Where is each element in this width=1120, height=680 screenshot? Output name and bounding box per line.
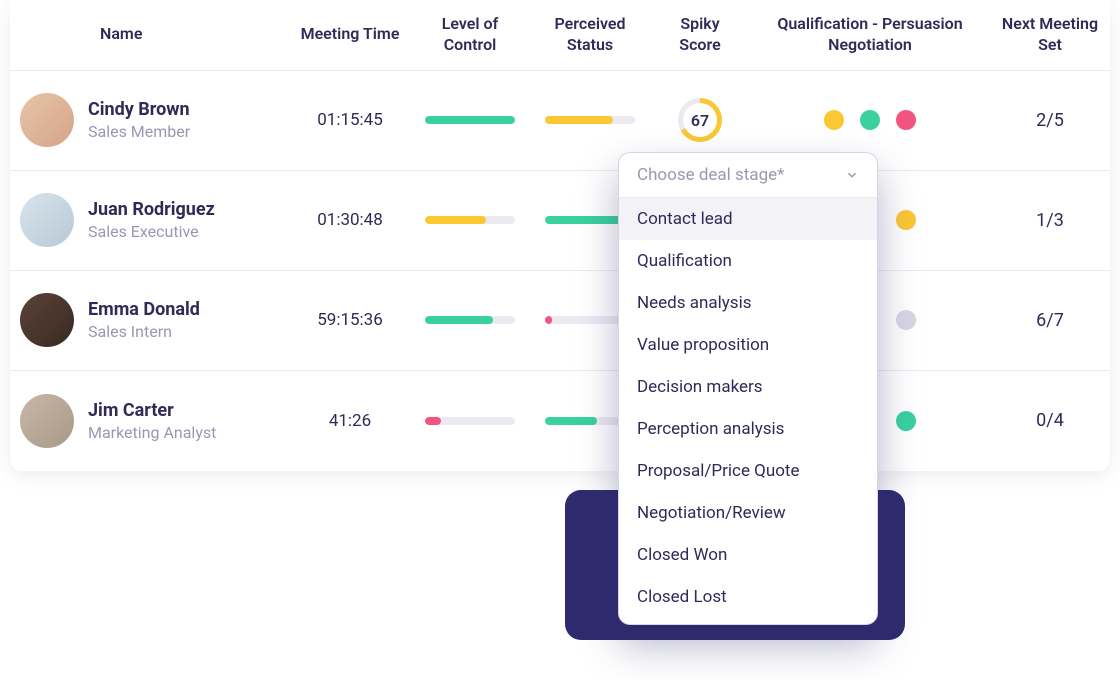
dropdown-option[interactable]: Closed Lost: [619, 576, 877, 618]
table-row[interactable]: Juan Rodriguez Sales Executive 01:30:48 1/3: [10, 171, 1110, 271]
person-name[interactable]: Juan Rodriguez: [88, 199, 215, 220]
person-name[interactable]: Emma Donald: [88, 299, 200, 320]
person-name[interactable]: Cindy Brown: [88, 99, 190, 120]
dropdown-option[interactable]: Value proposition: [619, 324, 877, 366]
dropdown-option[interactable]: Perception analysis: [619, 408, 877, 450]
spiky-score-cell: 67: [650, 98, 750, 142]
person-name[interactable]: Jim Carter: [88, 400, 216, 421]
name-cell: Emma Donald Sales Intern: [10, 293, 290, 347]
dropdown-placeholder: Choose deal stage*: [637, 165, 785, 185]
next-meeting-set: 1/3: [990, 210, 1110, 231]
header-spiky-score: Spiky Score: [650, 0, 750, 70]
status-dot: [860, 110, 880, 130]
perceived-status-bar: [530, 116, 650, 124]
meeting-time: 01:15:45: [290, 110, 410, 130]
table-row[interactable]: Cindy Brown Sales Member 01:15:45 67 2/5: [10, 71, 1110, 171]
dropdown-option[interactable]: Contact lead: [619, 198, 877, 240]
dropdown-trigger[interactable]: Choose deal stage*: [619, 153, 877, 198]
table-row[interactable]: Emma Donald Sales Intern 59:15:36 6/7: [10, 271, 1110, 371]
status-dot: [896, 310, 916, 330]
name-cell: Cindy Brown Sales Member: [10, 93, 290, 147]
level-of-control-bar: [410, 216, 530, 224]
person-role: Marketing Analyst: [88, 423, 216, 442]
level-of-control-bar: [410, 316, 530, 324]
dropdown-option[interactable]: Decision makers: [619, 366, 877, 408]
avatar[interactable]: [20, 93, 74, 147]
qpn-dots: [750, 110, 990, 130]
header-qpn: Qualification - Persuasion Negotiation: [750, 0, 990, 70]
header-perceived-status: Perceived Status: [530, 0, 650, 70]
header-level-control: Level of Control: [410, 0, 530, 70]
avatar[interactable]: [20, 293, 74, 347]
spiky-score-value: 67: [691, 111, 709, 130]
spiky-score-ring: 67: [678, 98, 722, 142]
header-name: Name: [10, 0, 290, 70]
next-meeting-set: 0/4: [990, 410, 1110, 431]
avatar[interactable]: [20, 193, 74, 247]
next-meeting-set: 6/7: [990, 310, 1110, 331]
person-role: Sales Executive: [88, 222, 215, 241]
level-of-control-bar: [410, 116, 530, 124]
header-next-meeting: Next Meeting Set: [990, 0, 1110, 70]
name-cell: Jim Carter Marketing Analyst: [10, 394, 290, 448]
dropdown-option[interactable]: Qualification: [619, 240, 877, 282]
sales-table: Name Meeting Time Level of Control Perce…: [10, 0, 1110, 471]
dropdown-option[interactable]: Proposal/Price Quote: [619, 450, 877, 492]
meeting-time: 59:15:36: [290, 310, 410, 330]
person-role: Sales Intern: [88, 322, 200, 341]
next-meeting-set: 2/5: [990, 110, 1110, 131]
status-dot: [896, 210, 916, 230]
dropdown-option[interactable]: Negotiation/Review: [619, 492, 877, 534]
deal-stage-dropdown[interactable]: Choose deal stage* Contact leadQualifica…: [618, 152, 878, 625]
meeting-time: 01:30:48: [290, 210, 410, 230]
dropdown-list: Contact leadQualificationNeeds analysisV…: [619, 198, 877, 624]
status-dot: [896, 110, 916, 130]
name-cell: Juan Rodriguez Sales Executive: [10, 193, 290, 247]
level-of-control-bar: [410, 417, 530, 425]
dropdown-option[interactable]: Closed Won: [619, 534, 877, 576]
avatar[interactable]: [20, 394, 74, 448]
table-header-row: Name Meeting Time Level of Control Perce…: [10, 0, 1110, 71]
chevron-down-icon: [845, 168, 859, 182]
dropdown-option[interactable]: Needs analysis: [619, 282, 877, 324]
meeting-time: 41:26: [290, 411, 410, 431]
table-row[interactable]: Jim Carter Marketing Analyst 41:26 0/4: [10, 371, 1110, 471]
status-dot: [896, 411, 916, 431]
person-role: Sales Member: [88, 122, 190, 141]
header-meeting-time: Meeting Time: [290, 0, 410, 70]
status-dot: [824, 110, 844, 130]
